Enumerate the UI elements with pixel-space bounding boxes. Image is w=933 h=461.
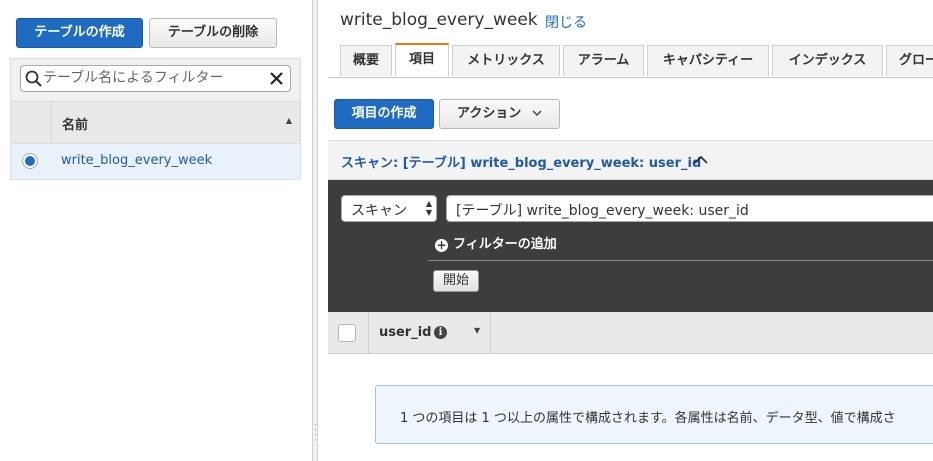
- chevron-up-icon[interactable]: [694, 155, 708, 164]
- create-table-button[interactable]: テーブルの作成: [16, 18, 143, 48]
- divider: [368, 312, 369, 354]
- add-filter-label: フィルターの追加: [453, 237, 557, 252]
- plus-circle-icon: +: [435, 238, 448, 252]
- table-title: write_blog_every_week: [340, 10, 538, 30]
- column-menu-icon[interactable]: ▼: [474, 326, 480, 335]
- info-message-box: 1 つの項目は 1 つ以上の属性で構成されます。各属性は名前、データ型、値で構成…: [375, 385, 933, 444]
- start-button[interactable]: 開始: [433, 270, 479, 292]
- select-arrows-icon: ▲ ▼: [425, 199, 432, 217]
- chevron-down-icon: [532, 110, 542, 117]
- tab-metrics[interactable]: メトリックス: [452, 45, 560, 76]
- scan-mode-value: スキャン: [351, 203, 407, 219]
- user-id-column-header[interactable]: user_id: [379, 325, 431, 340]
- add-filter-link[interactable]: + フィルターの追加: [435, 233, 557, 252]
- tab-indexes[interactable]: インデックス: [772, 45, 883, 76]
- divider: [490, 312, 491, 354]
- scan-mode-select[interactable]: スキャン ▲ ▼: [341, 195, 437, 222]
- table-row[interactable]: write_blog_every_week: [10, 144, 301, 180]
- info-message: 1 つの項目は 1 つ以上の属性で構成されます。各属性は名前、データ型、値で構成…: [400, 411, 896, 426]
- table-filter-input[interactable]: [43, 68, 263, 88]
- search-icon: [25, 70, 42, 87]
- table-select-radio[interactable]: [22, 153, 38, 169]
- sort-asc-icon[interactable]: ▲: [286, 116, 292, 125]
- tab-items[interactable]: 項目: [395, 43, 449, 76]
- scan-target-value: [テーブル] write_blog_every_week: user_id: [456, 203, 749, 219]
- results-table-header: user_id i ▼: [328, 312, 933, 354]
- tab-alarms[interactable]: アラーム: [563, 45, 644, 76]
- detail-tabs: 概要 項目 メトリックス アラーム キャパシティー インデックス グロー: [328, 43, 933, 78]
- table-detail-pane: write_blog_every_week 閉じる 概要 項目 メトリックス ア…: [318, 0, 933, 461]
- tab-overview[interactable]: 概要: [340, 45, 392, 76]
- select-all-checkbox[interactable]: [338, 324, 356, 342]
- close-icon[interactable]: [269, 71, 284, 86]
- close-link[interactable]: 閉じる: [545, 12, 587, 32]
- scan-target-select[interactable]: [テーブル] write_blog_every_week: user_id: [446, 195, 933, 222]
- name-column-header[interactable]: 名前: [62, 114, 88, 133]
- create-item-button[interactable]: 項目の作成: [334, 99, 434, 129]
- table-name-link[interactable]: write_blog_every_week: [61, 153, 212, 168]
- actions-label: アクション: [457, 106, 522, 121]
- info-icon[interactable]: i: [434, 326, 447, 339]
- divider: [428, 260, 933, 261]
- table-filter-field[interactable]: [20, 65, 291, 92]
- actions-dropdown[interactable]: アクション: [439, 99, 560, 129]
- table-list-header: 名前 ▲: [10, 101, 301, 144]
- select-column-header: [11, 102, 52, 143]
- delete-table-button[interactable]: テーブルの削除: [149, 18, 277, 48]
- scan-summary: スキャン: [テーブル] write_blog_every_week: user…: [341, 156, 702, 171]
- tab-global[interactable]: グロー: [886, 45, 933, 76]
- scan-panel: スキャン ▲ ▼ [テーブル] write_blog_every_week: us…: [328, 180, 933, 312]
- tab-capacity[interactable]: キャパシティー: [647, 45, 769, 76]
- drag-handle-icon[interactable]: · · · ·: [314, 422, 317, 446]
- table-list-pane: テーブルの作成 テーブルの削除 名前 ▲ write_blog_every_we…: [0, 0, 312, 461]
- scan-section-header[interactable]: スキャン: [テーブル] write_blog_every_week: user…: [328, 140, 933, 180]
